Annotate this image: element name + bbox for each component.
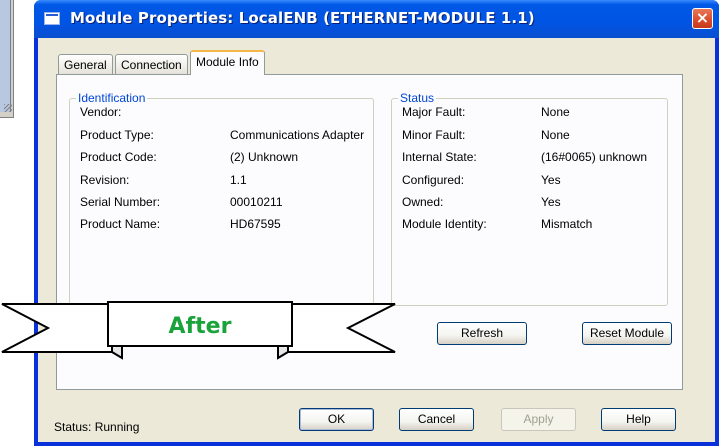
dialog-client-area: General Connection Module Info Identific…: [38, 38, 715, 442]
tab-connection[interactable]: Connection: [115, 54, 188, 74]
cancel-button[interactable]: Cancel: [399, 408, 474, 431]
module-identity-value: Mismatch: [541, 217, 593, 231]
resize-grip-icon[interactable]: [4, 104, 12, 112]
close-button[interactable]: ×: [692, 8, 713, 29]
vendor-label: Vendor:: [80, 105, 122, 119]
background-window-panel: [0, 0, 11, 112]
window-icon: [44, 12, 60, 25]
owned-label: Owned:: [402, 195, 444, 209]
identification-group-title: Identification: [76, 91, 148, 105]
status-group: Status Major Fault: None Minor Fault: No…: [391, 91, 668, 306]
product-type-value: Communications Adapter: [230, 128, 365, 142]
title-bar[interactable]: Module Properties: LocalENB (ETHERNET-MO…: [34, 0, 719, 38]
status-group-title: Status: [398, 91, 437, 105]
owned-value: Yes: [541, 195, 561, 209]
product-name-value: HD67595: [230, 217, 281, 231]
identification-group: Identification Vendor: Product Type: Com…: [69, 91, 374, 306]
module-properties-dialog: Module Properties: LocalENB (ETHERNET-MO…: [34, 0, 719, 446]
window-title: Module Properties: LocalENB (ETHERNET-MO…: [70, 9, 535, 27]
serial-number-label: Serial Number:: [80, 195, 161, 209]
refresh-button[interactable]: Refresh: [437, 322, 527, 345]
product-code-label: Product Code:: [80, 150, 157, 164]
internal-state-label: Internal State:: [402, 150, 477, 164]
reset-module-button[interactable]: Reset Module: [582, 322, 672, 345]
product-code-value: (2) Unknown: [230, 150, 299, 164]
revision-value: 1.1: [230, 173, 247, 187]
revision-label: Revision:: [80, 173, 130, 187]
tab-module-info[interactable]: Module Info: [190, 50, 265, 75]
minor-fault-value: None: [541, 128, 570, 142]
status-text: Status: Running: [54, 420, 140, 434]
serial-number-value: 00010211: [230, 195, 283, 209]
product-type-label: Product Type:: [80, 128, 154, 142]
minor-fault-label: Minor Fault:: [402, 128, 466, 142]
tab-general[interactable]: General: [58, 54, 113, 74]
major-fault-label: Major Fault:: [402, 105, 466, 119]
module-identity-label: Module Identity:: [402, 217, 487, 231]
banner-label: After: [168, 314, 232, 339]
help-button[interactable]: Help: [601, 408, 676, 431]
apply-button[interactable]: Apply: [501, 408, 576, 431]
background-window-edge: [0, 0, 14, 118]
product-name-label: Product Name:: [80, 217, 161, 231]
after-banner: After: [0, 296, 400, 360]
configured-value: Yes: [541, 173, 561, 187]
configured-label: Configured:: [402, 173, 465, 187]
internal-state-value: (16#0065) unknown: [541, 150, 648, 164]
ok-button[interactable]: OK: [299, 408, 374, 431]
major-fault-value: None: [541, 105, 570, 119]
